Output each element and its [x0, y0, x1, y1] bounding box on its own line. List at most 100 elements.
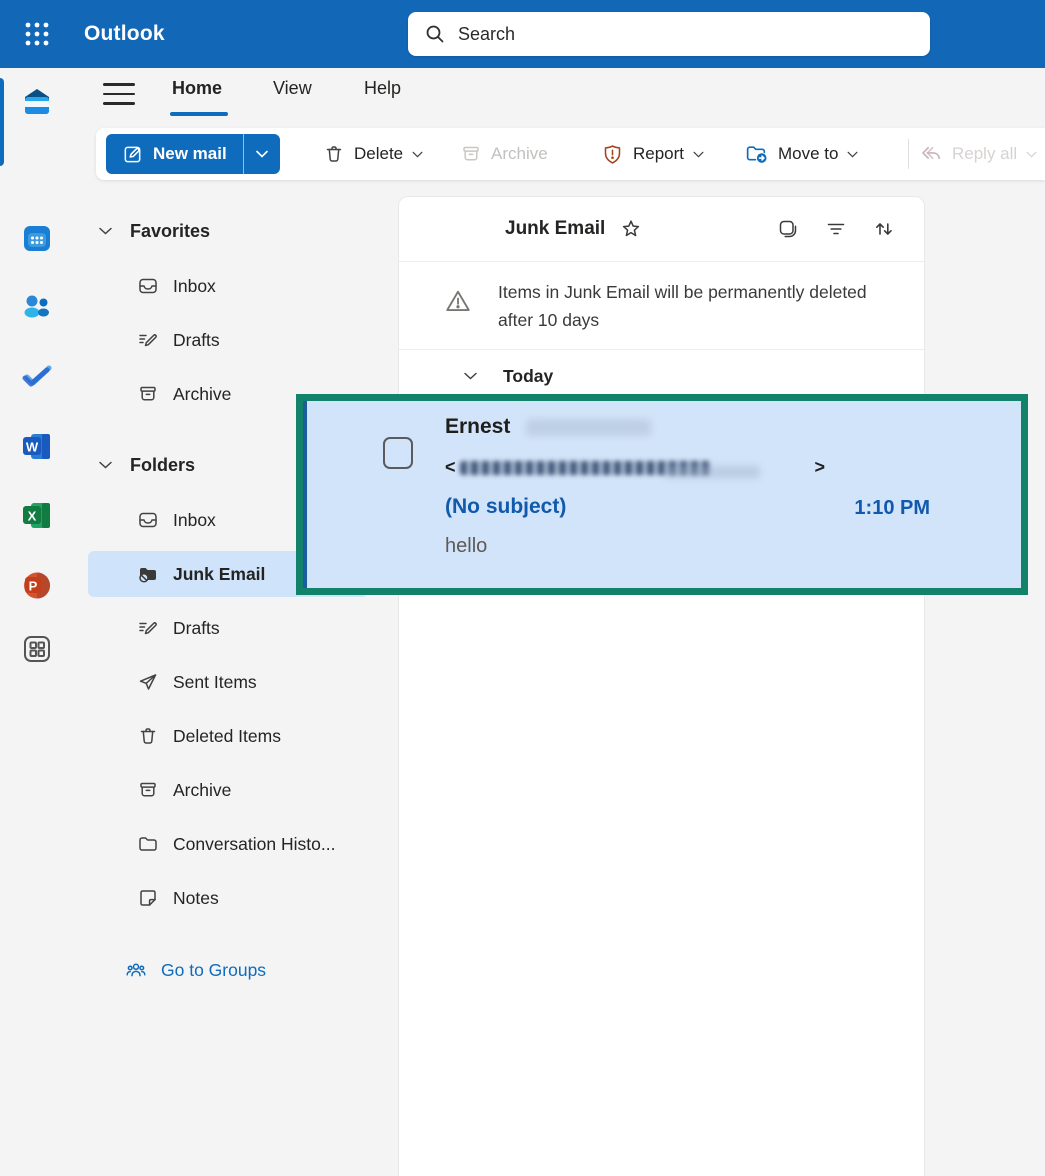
search-placeholder: Search [458, 24, 515, 45]
svg-text:X: X [27, 509, 36, 524]
tab-home[interactable]: Home [172, 78, 222, 108]
email-preview: hello [445, 535, 487, 558]
archive-label: Archive [491, 144, 548, 164]
chevron-down-icon [98, 460, 113, 470]
favorite-star-icon[interactable] [619, 217, 643, 241]
filter-icon[interactable] [824, 217, 848, 241]
rail-apps-grid-icon[interactable] [0, 623, 73, 675]
email-list-item[interactable]: Ernest < > (No subject) 1:10 PM hello [303, 401, 1021, 588]
sort-icon[interactable] [872, 217, 896, 241]
send-plane-icon [137, 671, 159, 693]
compose-icon [122, 144, 143, 165]
address-close-bracket: > [815, 457, 826, 478]
top-app-bar: Outlook Search [0, 0, 1045, 68]
inbox-icon [137, 275, 159, 297]
rail-excel-app-icon[interactable]: X [0, 489, 73, 541]
favorites-header-label: Favorites [130, 221, 210, 242]
toolbar-divider [908, 139, 909, 169]
new-mail-label: New mail [153, 144, 227, 164]
group-header-today[interactable]: Today [399, 355, 924, 397]
archive-box-icon [137, 383, 159, 405]
delete-button[interactable]: Delete [323, 128, 423, 180]
favorites-section-header[interactable]: Favorites [73, 204, 398, 258]
folder-item-notes[interactable]: Notes [73, 871, 398, 925]
active-tab-underline [170, 112, 228, 116]
select-messages-icon[interactable] [776, 217, 800, 241]
archive-icon [460, 143, 482, 165]
tab-help[interactable]: Help [364, 78, 401, 108]
rail-powerpoint-app-icon[interactable]: P [0, 559, 73, 611]
svg-text:W: W [25, 440, 38, 455]
folder-item-archive[interactable]: Archive [73, 763, 398, 817]
go-to-groups-link[interactable]: Go to Groups [73, 943, 398, 997]
inbox-icon [137, 509, 159, 531]
annotation-highlight-box: Ernest < > (No subject) 1:10 PM hello [296, 394, 1028, 595]
rail-people-app-icon[interactable] [0, 281, 73, 333]
email-time: 1:10 PM [854, 497, 930, 520]
warning-text: Items in Junk Email will be permanently … [498, 278, 890, 334]
new-mail-button[interactable]: New mail [106, 134, 280, 174]
email-sender: Ernest [445, 415, 510, 439]
chevron-down-icon [98, 226, 113, 236]
folder-item-conversation-history[interactable]: Conversation Histo... [73, 817, 398, 871]
tab-view[interactable]: View [273, 78, 312, 108]
report-label: Report [633, 144, 684, 164]
warning-triangle-icon [443, 286, 473, 316]
folders-header-label: Folders [130, 455, 195, 476]
rail-calendar-app-icon[interactable] [0, 212, 73, 264]
message-list-pane: Junk Email Items in Junk Email will b [398, 196, 925, 1176]
reply-all-icon [918, 142, 943, 167]
drafts-pencil-icon [137, 329, 159, 351]
app-launcher-waffle-icon[interactable] [18, 15, 56, 53]
favorite-item-drafts[interactable]: Drafts [73, 313, 398, 367]
trash-icon [137, 725, 159, 747]
folder-icon [137, 833, 159, 855]
chevron-down-icon [463, 371, 478, 381]
report-button[interactable]: Report [601, 128, 704, 180]
delete-label: Delete [354, 144, 403, 164]
junk-folder-blocked-icon [137, 563, 159, 585]
shield-warning-icon [601, 143, 624, 166]
note-icon [137, 887, 159, 909]
rail-todo-app-icon[interactable] [0, 350, 73, 402]
rail-mail-app-icon[interactable] [0, 76, 73, 128]
report-chevron-icon [693, 151, 704, 158]
folder-item-drafts[interactable]: Drafts [73, 601, 398, 655]
redacted-sender-surname [526, 419, 651, 436]
archive-button[interactable]: Archive [460, 128, 548, 180]
move-to-folder-icon [744, 142, 769, 167]
email-address-line: < > [445, 457, 825, 478]
today-label: Today [503, 366, 553, 387]
app-rail: W X P [0, 68, 73, 1176]
nav-toggle-hamburger-icon[interactable] [103, 81, 135, 107]
folder-pane: Favorites Inbox Drafts Archive Folders I… [73, 180, 398, 1176]
move-to-chevron-icon [847, 151, 858, 158]
reply-all-button[interactable]: Reply all [918, 128, 1037, 180]
new-mail-dropdown-chevron-icon[interactable] [244, 150, 280, 158]
reply-all-label: Reply all [952, 144, 1017, 164]
drafts-pencil-icon [137, 617, 159, 639]
email-subject: (No subject) [445, 495, 566, 519]
folder-item-sent-items[interactable]: Sent Items [73, 655, 398, 709]
folder-title: Junk Email [505, 218, 605, 240]
reply-all-chevron-icon [1026, 151, 1037, 158]
folder-item-deleted-items[interactable]: Deleted Items [73, 709, 398, 763]
search-input[interactable]: Search [408, 12, 930, 56]
address-open-bracket: < [445, 457, 456, 478]
svg-text:P: P [28, 579, 37, 594]
command-toolbar: New mail Delete Archive Report [96, 128, 1045, 180]
warning-divider [399, 349, 924, 350]
search-icon [424, 23, 446, 45]
trash-icon [323, 143, 345, 165]
junk-retention-warning: Items in Junk Email will be permanently … [399, 262, 924, 349]
rail-word-app-icon[interactable]: W [0, 420, 73, 472]
archive-box-icon [137, 779, 159, 801]
move-to-button[interactable]: Move to [744, 128, 858, 180]
selected-item-accent-bar [303, 401, 307, 588]
favorite-item-inbox[interactable]: Inbox [73, 259, 398, 313]
message-list-header: Junk Email [399, 197, 924, 261]
move-to-label: Move to [778, 144, 838, 164]
groups-people-icon [125, 958, 147, 982]
email-checkbox[interactable] [383, 437, 413, 469]
delete-chevron-icon [412, 151, 423, 158]
